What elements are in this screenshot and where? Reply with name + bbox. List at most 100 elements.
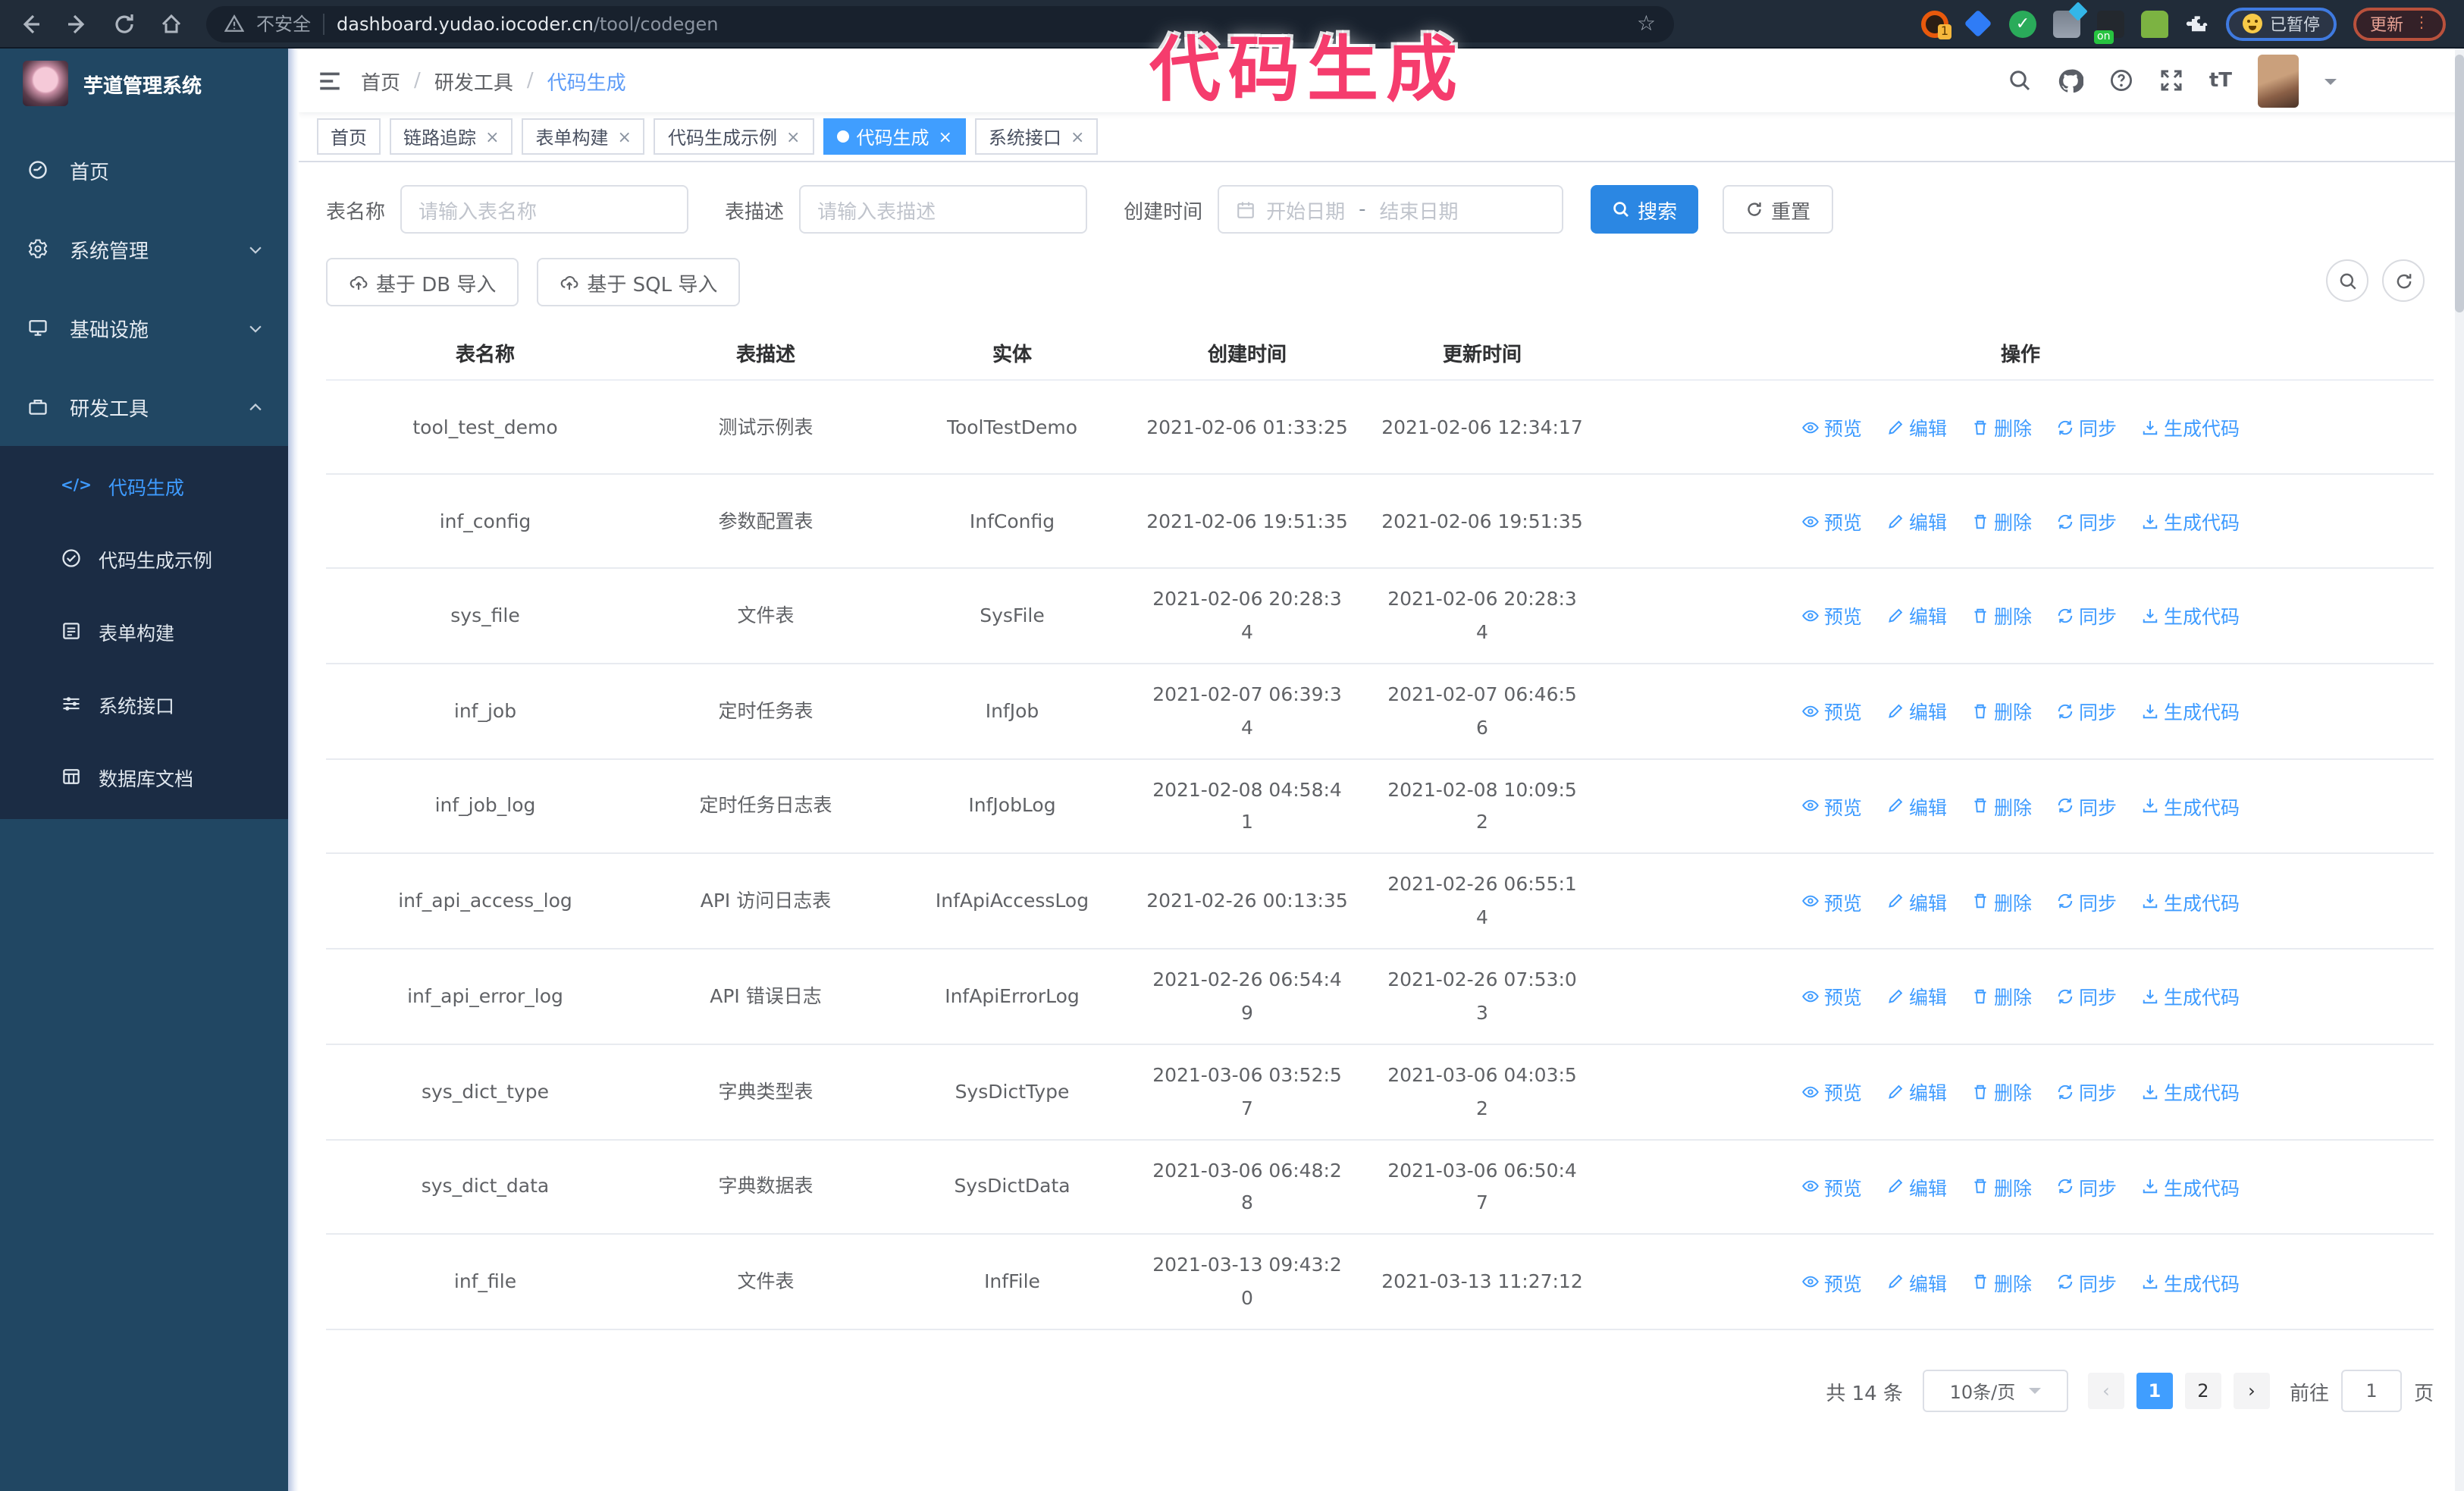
delete-action-link[interactable]: 删除 bbox=[1971, 1267, 2032, 1296]
download-action-link[interactable]: 生成代码 bbox=[2141, 696, 2240, 725]
page-size-select[interactable]: 10条/页 bbox=[1922, 1370, 2068, 1412]
search-button[interactable]: 搜索 bbox=[1591, 185, 1699, 234]
edit-action-link[interactable]: 编辑 bbox=[1886, 507, 1947, 535]
eye-action-link[interactable]: 预览 bbox=[1801, 792, 1862, 821]
delete-action-link[interactable]: 删除 bbox=[1971, 792, 2032, 821]
eye-action-link[interactable]: 预览 bbox=[1801, 413, 1862, 441]
sync-action-link[interactable]: 同步 bbox=[2056, 696, 2117, 725]
toggle-search-button[interactable] bbox=[2326, 259, 2368, 302]
page-scrollbar[interactable] bbox=[2455, 49, 2464, 1491]
close-icon[interactable]: × bbox=[1071, 127, 1084, 146]
eye-action-link[interactable]: 预览 bbox=[1801, 696, 1862, 725]
edit-action-link[interactable]: 编辑 bbox=[1886, 413, 1947, 441]
import-db-button[interactable]: 基于 DB 导入 bbox=[326, 258, 519, 306]
table-row[interactable]: inf_job_log 定时任务日志表 InfJobLog 2021-02-08… bbox=[326, 759, 2434, 855]
table-row[interactable]: sys_file 文件表 SysFile 2021-02-06 20:28:3 … bbox=[326, 569, 2434, 664]
close-icon[interactable]: × bbox=[938, 127, 951, 146]
table-desc-input[interactable]: 请输入表描述 bbox=[799, 185, 1088, 234]
table-name-input[interactable]: 请输入表名称 bbox=[400, 185, 689, 234]
profile-paused-pill[interactable]: 已暂停 bbox=[2226, 7, 2337, 40]
edit-action-link[interactable]: 编辑 bbox=[1886, 696, 1947, 725]
sidebar-scrollbar[interactable] bbox=[288, 49, 299, 1491]
text-size-icon[interactable]: tT bbox=[2209, 69, 2232, 92]
sidebar-item-infra[interactable]: 基础设施 bbox=[0, 288, 288, 367]
sync-action-link[interactable]: 同步 bbox=[2056, 1267, 2117, 1296]
edit-action-link[interactable]: 编辑 bbox=[1886, 1172, 1947, 1201]
edit-action-link[interactable]: 编辑 bbox=[1886, 601, 1947, 630]
search-icon[interactable] bbox=[2008, 68, 2032, 93]
date-range-picker[interactable]: 开始日期 - 结束日期 bbox=[1218, 185, 1564, 234]
table-row[interactable]: inf_config 参数配置表 InfConfig 2021-02-06 19… bbox=[326, 475, 2434, 569]
tag-system-api[interactable]: 系统接口 × bbox=[974, 118, 1099, 155]
home-icon[interactable] bbox=[159, 11, 183, 36]
browser-menu-dots-icon[interactable]: ⋮ bbox=[2414, 16, 2429, 31]
close-icon[interactable]: × bbox=[786, 127, 800, 146]
edit-action-link[interactable]: 编辑 bbox=[1886, 1077, 1947, 1106]
eye-action-link[interactable]: 预览 bbox=[1801, 887, 1862, 915]
edit-action-link[interactable]: 编辑 bbox=[1886, 982, 1947, 1011]
close-icon[interactable]: × bbox=[618, 127, 632, 146]
delete-action-link[interactable]: 删除 bbox=[1971, 1172, 2032, 1201]
extension-onetab-icon[interactable]: on bbox=[2094, 10, 2124, 43]
next-page-button[interactable]: › bbox=[2233, 1373, 2270, 1409]
forward-icon[interactable] bbox=[65, 11, 89, 36]
download-action-link[interactable]: 生成代码 bbox=[2141, 1267, 2240, 1296]
browser-update-button[interactable]: 更新 ⋮ bbox=[2353, 7, 2446, 40]
download-action-link[interactable]: 生成代码 bbox=[2141, 1172, 2240, 1201]
download-action-link[interactable]: 生成代码 bbox=[2141, 982, 2240, 1011]
reset-button[interactable]: 重置 bbox=[1723, 185, 1834, 234]
table-row[interactable]: sys_dict_data 字典数据表 SysDictData 2021-03-… bbox=[326, 1140, 2434, 1235]
delete-action-link[interactable]: 删除 bbox=[1971, 413, 2032, 441]
sync-action-link[interactable]: 同步 bbox=[2056, 413, 2117, 441]
page-button-1[interactable]: 1 bbox=[2136, 1373, 2173, 1409]
eye-action-link[interactable]: 预览 bbox=[1801, 1077, 1862, 1106]
page-button-2[interactable]: 2 bbox=[2184, 1373, 2221, 1409]
sync-action-link[interactable]: 同步 bbox=[2056, 982, 2117, 1011]
download-action-link[interactable]: 生成代码 bbox=[2141, 413, 2240, 441]
delete-action-link[interactable]: 删除 bbox=[1971, 1077, 2032, 1106]
tag-codegen[interactable]: 代码生成 × bbox=[823, 118, 966, 155]
avatar-caret-icon[interactable] bbox=[2324, 79, 2337, 91]
delete-action-link[interactable]: 删除 bbox=[1971, 696, 2032, 725]
table-row[interactable]: inf_file 文件表 InfFile 2021-03-13 09:43:2 … bbox=[326, 1235, 2434, 1330]
extension-rss-icon[interactable]: 1 bbox=[1921, 10, 1951, 39]
sidebar-item-form-builder[interactable]: 表单构建 bbox=[0, 595, 288, 667]
eye-action-link[interactable]: 预览 bbox=[1801, 601, 1862, 630]
eye-action-link[interactable]: 预览 bbox=[1801, 507, 1862, 535]
sidebar-item-codegen-example[interactable]: 代码生成示例 bbox=[0, 522, 288, 595]
back-icon[interactable] bbox=[18, 11, 42, 36]
extensions-puzzle-icon[interactable] bbox=[2185, 11, 2209, 36]
delete-action-link[interactable]: 删除 bbox=[1971, 601, 2032, 630]
download-action-link[interactable]: 生成代码 bbox=[2141, 1077, 2240, 1106]
github-icon[interactable] bbox=[2058, 67, 2083, 93]
table-row[interactable]: inf_job 定时任务表 InfJob 2021-02-07 06:39:3 … bbox=[326, 664, 2434, 759]
reload-icon[interactable] bbox=[112, 11, 136, 36]
extension-gem-icon[interactable] bbox=[1964, 8, 1992, 37]
sync-action-link[interactable]: 同步 bbox=[2056, 1077, 2117, 1106]
scrollbar-thumb[interactable] bbox=[2455, 55, 2464, 312]
fullscreen-icon[interactable] bbox=[2159, 68, 2183, 93]
delete-action-link[interactable]: 删除 bbox=[1971, 887, 2032, 915]
table-row[interactable]: sys_dict_type 字典类型表 SysDictType 2021-03-… bbox=[326, 1045, 2434, 1140]
sidebar-item-codegen[interactable]: </> 代码生成 bbox=[0, 449, 288, 522]
sidebar-item-system[interactable]: 系统管理 bbox=[0, 209, 288, 288]
sync-action-link[interactable]: 同步 bbox=[2056, 887, 2117, 915]
breadcrumb-home[interactable]: 首页 bbox=[361, 66, 400, 95]
sidebar-item-system-api[interactable]: 系统接口 bbox=[0, 667, 288, 740]
help-icon[interactable] bbox=[2109, 68, 2133, 93]
edit-action-link[interactable]: 编辑 bbox=[1886, 792, 1947, 821]
tag-home[interactable]: 首页 bbox=[317, 118, 381, 155]
sync-action-link[interactable]: 同步 bbox=[2056, 601, 2117, 630]
table-row[interactable]: inf_api_access_log API 访问日志表 InfApiAcces… bbox=[326, 855, 2434, 950]
edit-action-link[interactable]: 编辑 bbox=[1886, 887, 1947, 915]
prev-page-button[interactable]: ‹ bbox=[2087, 1373, 2124, 1409]
sync-action-link[interactable]: 同步 bbox=[2056, 792, 2117, 821]
extension-grid-icon[interactable] bbox=[2053, 1, 2088, 37]
download-action-link[interactable]: 生成代码 bbox=[2141, 792, 2240, 821]
breadcrumb-group[interactable]: 研发工具 bbox=[434, 66, 513, 95]
delete-action-link[interactable]: 删除 bbox=[1971, 982, 2032, 1011]
table-row[interactable]: tool_test_demo 测试示例表 ToolTestDemo 2021-0… bbox=[326, 381, 2434, 475]
sidebar-item-home[interactable]: 首页 bbox=[0, 130, 288, 209]
goto-page-input[interactable]: 1 bbox=[2340, 1370, 2402, 1412]
download-action-link[interactable]: 生成代码 bbox=[2141, 507, 2240, 535]
